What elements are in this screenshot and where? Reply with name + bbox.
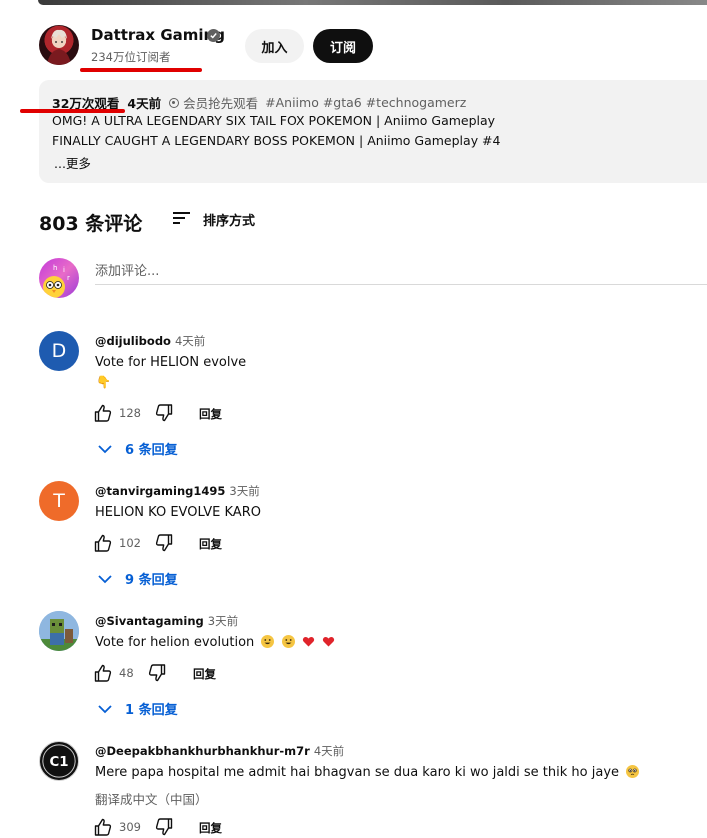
like-count: 309 — [119, 820, 141, 834]
view-replies-button[interactable]: 9 条回复 — [96, 569, 178, 588]
chevron-down-icon — [98, 444, 112, 453]
like-icon[interactable] — [93, 663, 113, 683]
comment-time[interactable]: 3天前 — [208, 614, 238, 628]
pleading-face-icon — [626, 765, 640, 778]
comments-count: 803 条评论 — [39, 213, 143, 235]
dislike-icon[interactable] — [154, 817, 174, 837]
members-first-label: 会员抢先观看 — [183, 96, 259, 111]
comment-time[interactable]: 3天前 — [229, 484, 259, 498]
grinning-face-icon — [281, 635, 295, 648]
channel-avatar-art — [47, 29, 71, 65]
minecraft-avatar-art — [39, 611, 79, 651]
dislike-icon[interactable] — [147, 663, 167, 683]
like-count: 128 — [119, 406, 141, 420]
comment-text: Vote for HELION evolve — [95, 355, 247, 370]
verified-check-icon — [207, 29, 220, 42]
avatar-letter: D — [51, 340, 67, 362]
comment-text: HELION KO EVOLVE KARO — [95, 505, 261, 520]
comment-time[interactable]: 4天前 — [314, 744, 344, 758]
comment-author-handle[interactable]: @tanvirgaming1495 — [95, 484, 225, 498]
chevron-down-icon — [98, 574, 112, 583]
red-heart-icon — [302, 635, 315, 648]
hashtags[interactable]: #Aniimo #gta6 #technogamerz — [265, 95, 466, 110]
svg-text:i: i — [63, 266, 65, 274]
comment-emoji: 👇 — [96, 375, 111, 389]
like-icon[interactable] — [93, 533, 113, 553]
comment-text-row: Vote for helion evolution — [95, 635, 335, 650]
c1-logo-icon: C1 — [42, 744, 76, 778]
members-first-icon — [169, 97, 180, 108]
comment-avatar[interactable] — [39, 611, 79, 651]
comment-text: Vote for helion evolution — [95, 635, 255, 650]
comment-avatar[interactable]: C1 — [39, 741, 79, 781]
comment-avatar[interactable]: D — [39, 331, 79, 371]
channel-name[interactable]: Dattrax Gaming — [91, 26, 225, 44]
comment-author[interactable]: @Deepakbhankhurbhankhur-m7r 4天前 — [95, 743, 344, 759]
user-avatar: h i r — [39, 258, 79, 298]
view-replies-button[interactable]: 1 条回复 — [96, 699, 178, 718]
like-icon[interactable] — [93, 403, 113, 423]
replies-count[interactable]: 1 条回复 — [125, 699, 178, 718]
grinning-face-icon — [261, 635, 275, 648]
like-count: 48 — [119, 666, 134, 680]
annotation-red-underline — [80, 68, 202, 72]
red-heart-icon — [322, 635, 335, 648]
comment-text: Mere papa hospital me admit hai bhagvan … — [95, 765, 620, 780]
reply-button[interactable]: 回复 — [199, 536, 222, 552]
avatar-letter: T — [53, 490, 65, 512]
replies-count[interactable]: 6 条回复 — [125, 439, 178, 458]
youtube-watch-page: Dattrax Gaming 234万位订阅者 加入 订阅 32万次观看 4天前… — [0, 0, 707, 838]
translate-link[interactable]: 翻译成中文（中国） — [95, 789, 208, 808]
description-line: OMG! A ULTRA LEGENDARY SIX TAIL FOX POKE… — [52, 113, 496, 128]
like-count: 102 — [119, 536, 141, 550]
subscriber-count: 234万位订阅者 — [91, 50, 171, 64]
svg-text:h: h — [53, 264, 57, 272]
description-line: FINALLY CAUGHT A LEGENDARY BOSS POKEMON … — [52, 133, 501, 148]
join-button[interactable]: 加入 — [245, 29, 304, 63]
sort-button[interactable]: 排序方式 — [203, 210, 255, 229]
dislike-icon[interactable] — [154, 403, 174, 423]
comment-author[interactable]: @Sivantagaming 3天前 — [95, 613, 238, 629]
svg-text:r: r — [67, 274, 70, 282]
avatar-logo-text: C1 — [49, 755, 68, 770]
dislike-icon[interactable] — [154, 533, 174, 553]
comment-author-handle[interactable]: @dijulibodo — [95, 334, 171, 348]
like-icon[interactable] — [93, 817, 113, 837]
reply-button[interactable]: 回复 — [199, 406, 222, 422]
chevron-down-icon — [98, 704, 112, 713]
comment-avatar[interactable]: T — [39, 481, 79, 521]
video-player-bottom-edge[interactable] — [38, 0, 707, 5]
replies-count[interactable]: 9 条回复 — [125, 569, 178, 588]
comment-author-handle[interactable]: @Sivantagaming — [95, 614, 204, 628]
upload-date: 4天前 — [127, 96, 162, 111]
reply-button[interactable]: 回复 — [193, 666, 216, 682]
add-comment-input[interactable] — [95, 258, 707, 285]
comment-time[interactable]: 4天前 — [175, 334, 205, 348]
comment-text-row: Mere papa hospital me admit hai bhagvan … — [95, 765, 640, 780]
reply-button[interactable]: 回复 — [199, 820, 222, 836]
channel-avatar[interactable] — [39, 25, 79, 65]
subscribe-button[interactable]: 订阅 — [313, 29, 373, 63]
show-more-link[interactable]: ...更多 — [54, 153, 91, 172]
comment-author[interactable]: @tanvirgaming1495 3天前 — [95, 483, 260, 499]
comment-author[interactable]: @dijulibodo 4天前 — [95, 333, 205, 349]
view-replies-button[interactable]: 6 条回复 — [96, 439, 178, 458]
comment-author-handle[interactable]: @Deepakbhankhurbhankhur-m7r — [95, 744, 310, 758]
sort-icon[interactable] — [173, 211, 190, 225]
